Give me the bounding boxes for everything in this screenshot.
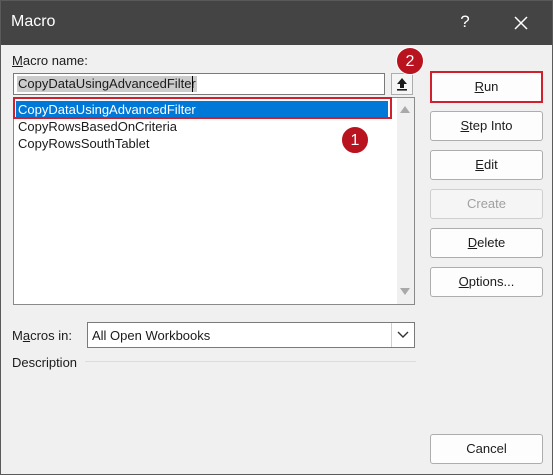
run-button[interactable]: Run: [430, 72, 543, 102]
dialog-title: Macro: [11, 13, 56, 30]
list-item[interactable]: CopyDataUsingAdvancedFilter: [16, 101, 388, 118]
macro-name-value: CopyDataUsingAdvancedFilter: [17, 76, 197, 92]
annotation-badge-2: 2: [396, 47, 424, 75]
chevron-down-icon[interactable]: [396, 330, 410, 340]
cancel-button[interactable]: Cancel: [430, 434, 543, 464]
title-bar: Macro ?: [1, 1, 552, 45]
macros-in-label: Macros in:: [12, 328, 72, 343]
list-item[interactable]: CopyRowsSouthTablet: [16, 135, 388, 152]
macro-name-label: Macro name:: [12, 53, 88, 68]
macro-name-input[interactable]: CopyDataUsingAdvancedFilter: [13, 73, 385, 95]
edit-button[interactable]: Edit: [430, 150, 543, 180]
annotation-badge-1: 1: [341, 126, 369, 154]
scroll-down-icon[interactable]: [400, 288, 410, 295]
list-item[interactable]: CopyRowsBasedOnCriteria: [16, 118, 388, 135]
create-button[interactable]: Create: [430, 189, 543, 219]
delete-button[interactable]: Delete: [430, 228, 543, 258]
scroll-up-icon[interactable]: [400, 106, 410, 113]
text-caret: [192, 76, 193, 92]
close-button[interactable]: [509, 11, 533, 35]
close-icon: [514, 16, 528, 30]
combo-divider: [391, 323, 392, 347]
description-label: Description: [12, 355, 78, 370]
step-into-button[interactable]: Step Into: [430, 111, 543, 141]
arrow-up-icon: [397, 78, 407, 91]
move-up-button[interactable]: [391, 73, 413, 95]
macros-in-value: All Open Workbooks: [92, 328, 211, 343]
description-divider: [85, 361, 416, 362]
macros-in-select[interactable]: All Open Workbooks: [87, 322, 415, 348]
macro-dialog: Macro ? Macro name: CopyDataUsingAdvance…: [0, 0, 553, 475]
options-button[interactable]: Options...: [430, 267, 543, 297]
help-button[interactable]: ?: [454, 11, 476, 33]
list-scrollbar[interactable]: [397, 98, 414, 304]
